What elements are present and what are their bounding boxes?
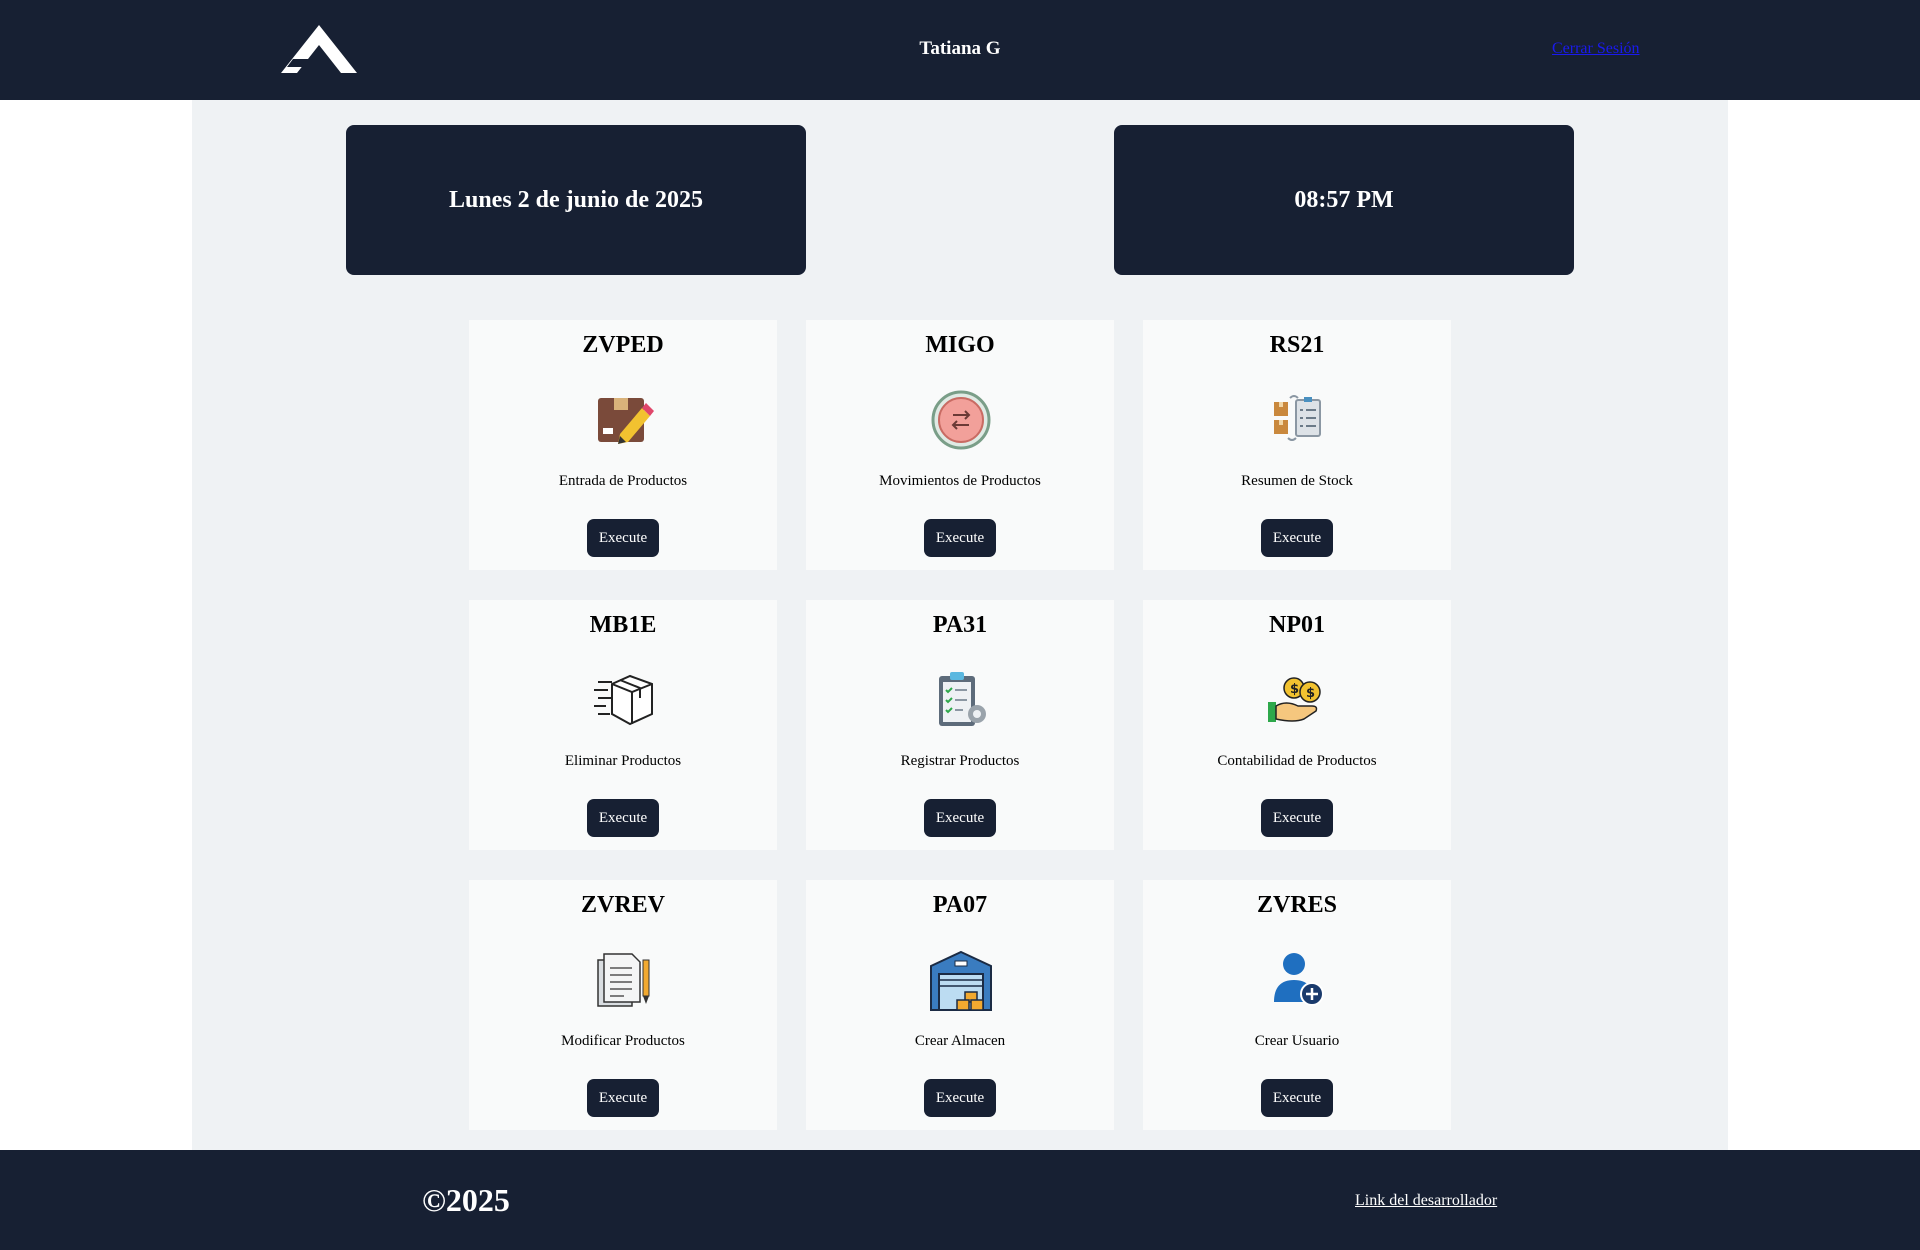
card-label: Entrada de Productos: [558, 473, 688, 489]
card-label: Movimientos de Productos: [879, 473, 1041, 489]
card-label: Resumen de Stock: [1241, 473, 1353, 489]
card-label: Modificar Productos: [561, 1033, 685, 1049]
card-label: Crear Almacen: [914, 1033, 1006, 1049]
date-display: Lunes 2 de junio de 2025: [346, 125, 806, 275]
svg-text:$: $: [1290, 682, 1299, 697]
time-display: 08:57 PM: [1114, 125, 1574, 275]
card-zvrev: ZVREV Modificar Productos Execute: [469, 880, 777, 1130]
execute-button-zvped[interactable]: Execute: [587, 519, 659, 557]
execute-button-migo[interactable]: Execute: [924, 519, 996, 557]
execute-button-pa31[interactable]: Execute: [924, 799, 996, 837]
card-code: PA07: [932, 892, 988, 918]
card-label: Eliminar Productos: [564, 753, 682, 769]
warehouse-icon: [930, 950, 992, 1011]
card-rs21: RS21 Resumen de Stock Execute: [1143, 320, 1451, 570]
copyright-text: ©2025: [422, 1182, 510, 1218]
card-code: ZVPED: [582, 332, 664, 358]
execute-button-pa07[interactable]: Execute: [924, 1079, 996, 1117]
top-navbar: Tatiana G Cerrar Sesión: [0, 0, 1920, 100]
card-code: ZVREV: [580, 892, 665, 918]
box-delete-icon: [594, 674, 653, 726]
card-pa07: PA07 Crear Almacen Execute: [806, 880, 1114, 1130]
card-pa31: PA31 Registrar Productos Execute: [806, 600, 1114, 850]
svg-text:$: $: [1306, 686, 1315, 701]
date-text: Lunes 2 de junio de 2025: [448, 186, 704, 213]
card-code: MB1E: [589, 612, 657, 638]
card-code: NP01: [1269, 612, 1325, 638]
document-pencil-icon: [597, 953, 650, 1007]
time-text: 08:57 PM: [1294, 186, 1394, 213]
card-migo: MIGO Movimientos de Productos Execute: [806, 320, 1114, 570]
clipboard-settings-icon: [939, 672, 986, 726]
card-mb1e: MB1E Eliminar Productos Execute: [469, 600, 777, 850]
execute-button-mb1e[interactable]: Execute: [587, 799, 659, 837]
card-code: PA31: [932, 612, 988, 638]
execute-button-zvrev[interactable]: Execute: [587, 1079, 659, 1117]
card-np01: NP01 $ $ Contabilidad de Productos Execu…: [1143, 600, 1451, 850]
main-panel: Lunes 2 de junio de 2025 08:57 PM ZVPED …: [192, 100, 1728, 1150]
footer: ©2025 Link del desarrollador: [0, 1150, 1920, 1250]
card-label: Contabilidad de Productos: [1217, 753, 1377, 769]
card-zvres: ZVRES Crear Usuario Execute: [1143, 880, 1451, 1130]
money-hand-icon: $ $: [1268, 677, 1321, 722]
stock-summary-icon: [1274, 395, 1321, 441]
card-label: Registrar Productos: [900, 753, 1020, 769]
transfer-icon: [931, 390, 991, 450]
execute-button-zvres[interactable]: Execute: [1261, 1079, 1333, 1117]
add-user-icon: [1274, 953, 1324, 1006]
card-label: Crear Usuario: [1254, 1033, 1340, 1049]
card-code: MIGO: [925, 332, 995, 358]
execute-button-rs21[interactable]: Execute: [1261, 519, 1333, 557]
execute-button-np01[interactable]: Execute: [1261, 799, 1333, 837]
box-edit-icon: [598, 398, 654, 444]
card-code: RS21: [1269, 332, 1325, 358]
developer-link[interactable]: Link del desarrollador: [1355, 1192, 1497, 1210]
card-code: ZVRES: [1256, 892, 1338, 918]
logout-link[interactable]: Cerrar Sesión: [1552, 40, 1640, 58]
card-zvped: ZVPED Entrada de Productos Execute: [469, 320, 777, 570]
